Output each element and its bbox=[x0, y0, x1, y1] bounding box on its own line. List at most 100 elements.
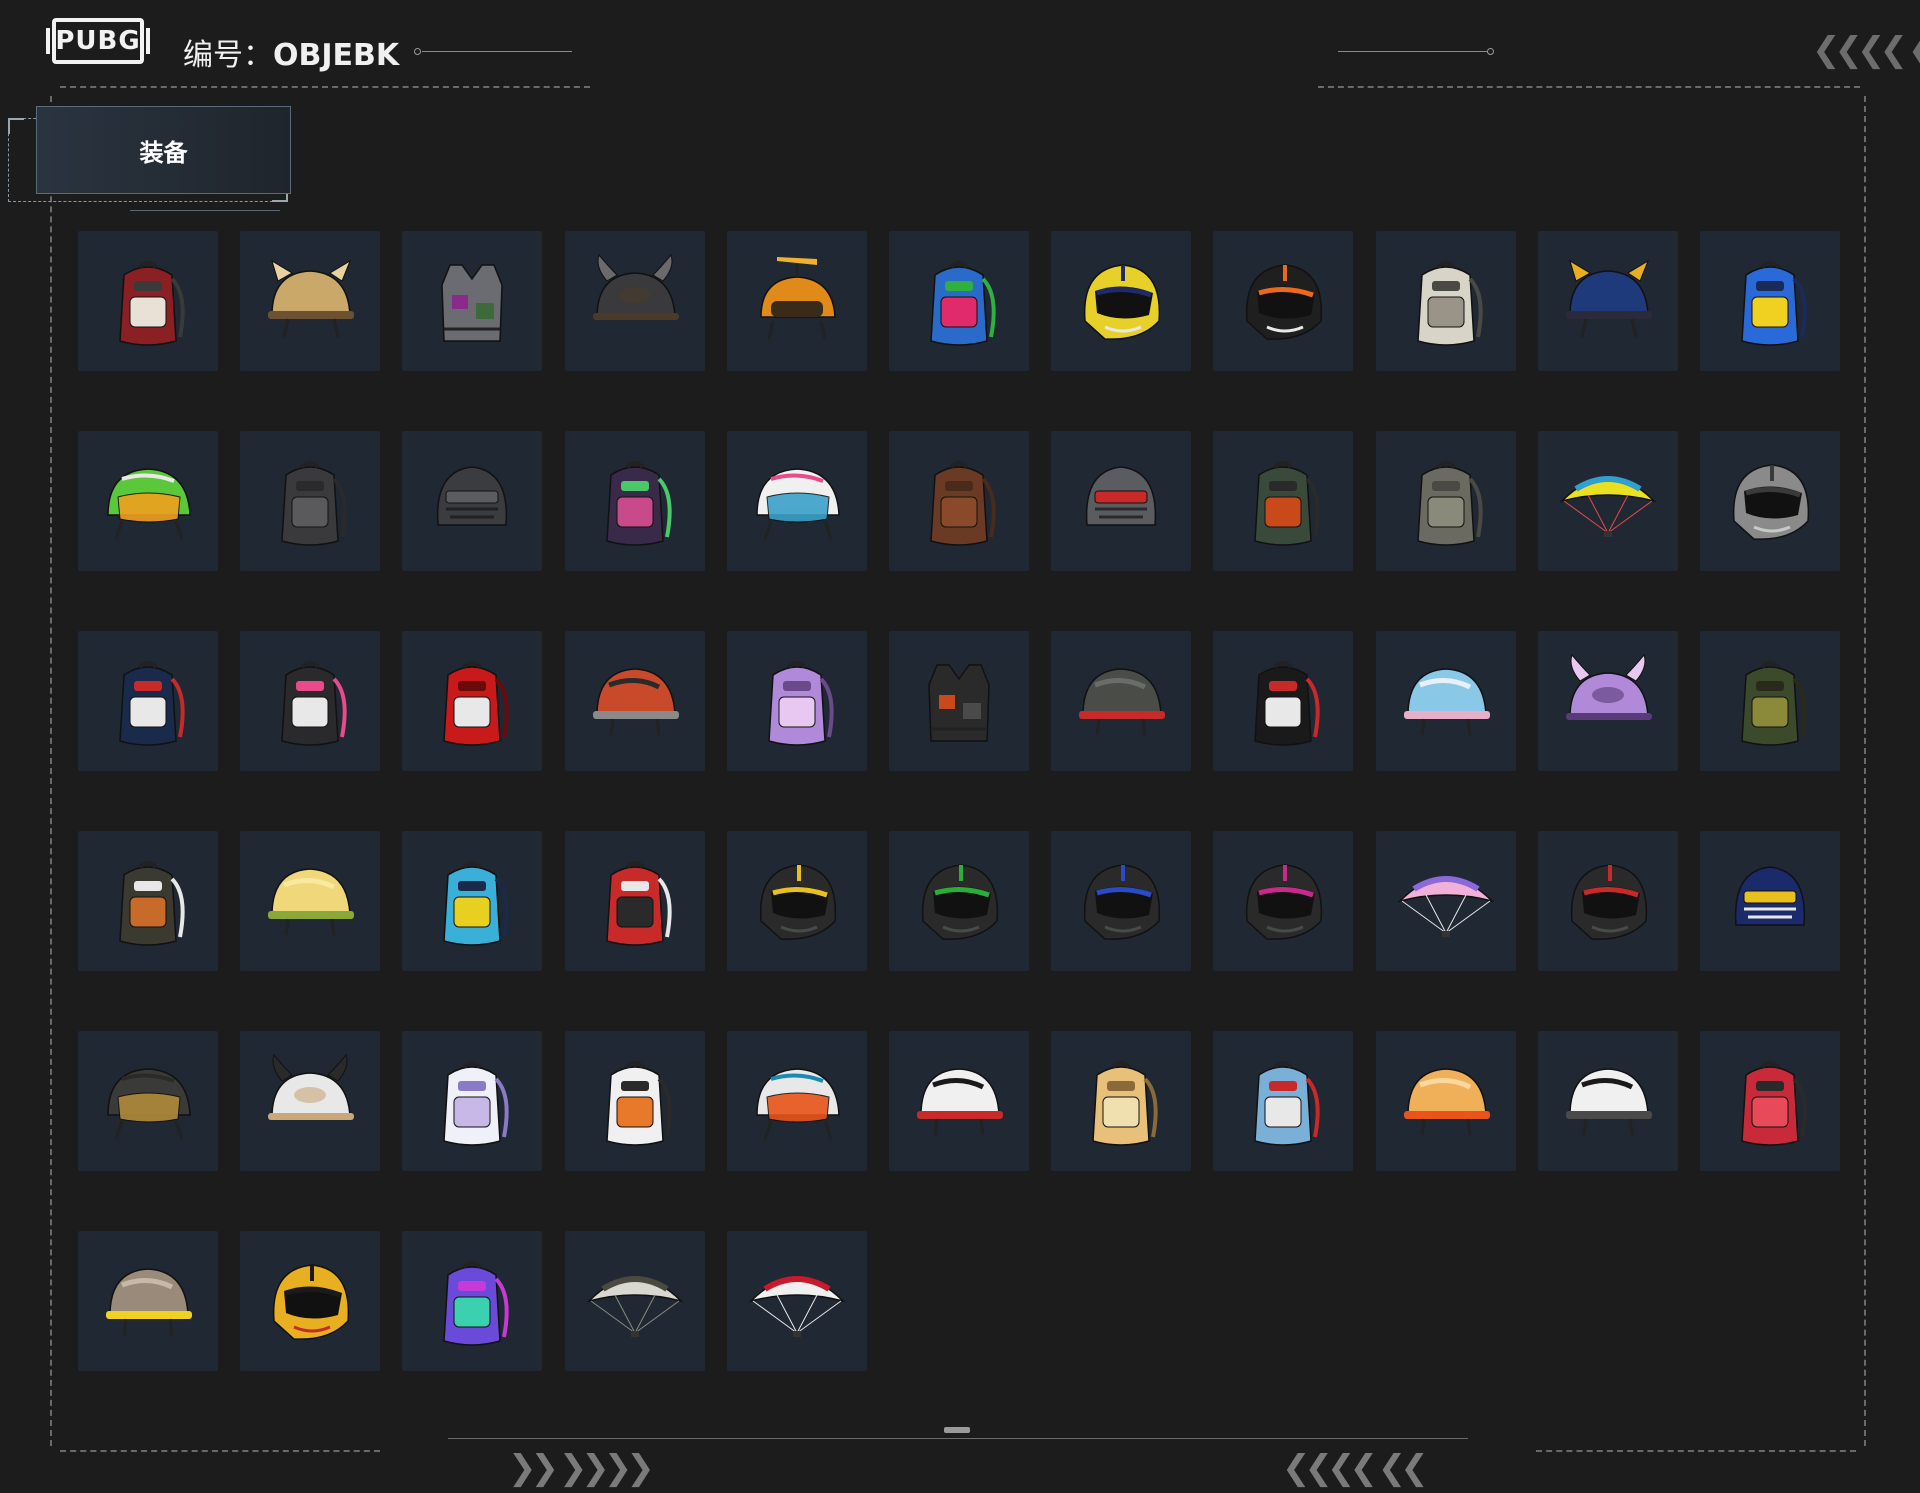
item-tile[interactable] bbox=[78, 831, 218, 971]
helmet-horns-icon bbox=[592, 253, 679, 320]
item-tile[interactable] bbox=[1699, 1031, 1840, 1171]
item-tile[interactable] bbox=[1699, 231, 1840, 371]
scroll-handle[interactable] bbox=[944, 1427, 970, 1433]
frame-bottom-left bbox=[60, 1450, 380, 1452]
item-tile[interactable] bbox=[564, 1231, 705, 1371]
item-tile[interactable] bbox=[1213, 431, 1354, 571]
item-tile[interactable] bbox=[726, 1231, 867, 1371]
item-tile[interactable] bbox=[888, 631, 1029, 771]
item-tile[interactable] bbox=[1537, 631, 1678, 771]
moto-helmet-icon bbox=[1246, 864, 1323, 940]
item-tile[interactable] bbox=[888, 1031, 1029, 1171]
item-tile[interactable] bbox=[564, 631, 705, 771]
item-tile[interactable] bbox=[726, 631, 867, 771]
item-tile[interactable] bbox=[402, 1031, 543, 1171]
helmet-icon bbox=[1079, 668, 1166, 736]
backpack-icon bbox=[930, 261, 996, 346]
scroll-track[interactable] bbox=[448, 1438, 1468, 1439]
backpack-icon bbox=[605, 461, 672, 546]
code-value: OBJEBK bbox=[273, 38, 400, 73]
item-tile[interactable] bbox=[1051, 231, 1192, 371]
backpack-icon bbox=[119, 861, 185, 946]
item-tile[interactable] bbox=[726, 831, 867, 971]
item-tile[interactable] bbox=[1051, 1031, 1192, 1171]
item-tile[interactable] bbox=[1537, 1031, 1678, 1171]
item-tile[interactable] bbox=[1375, 431, 1516, 571]
item-tile[interactable] bbox=[1537, 831, 1678, 971]
helmet-icon bbox=[1565, 1068, 1652, 1136]
item-tile[interactable] bbox=[1537, 231, 1678, 371]
item-tile[interactable] bbox=[726, 1031, 867, 1171]
frame-right bbox=[1864, 96, 1866, 1446]
item-tile[interactable] bbox=[888, 431, 1029, 571]
item-tile[interactable] bbox=[78, 231, 218, 371]
item-tile[interactable] bbox=[402, 631, 543, 771]
item-tile[interactable] bbox=[1375, 831, 1516, 971]
footer-chevrons-right: ❮❮❮❮ ❮❮ bbox=[1282, 1448, 1429, 1488]
item-tile[interactable] bbox=[1375, 631, 1516, 771]
item-tile[interactable] bbox=[564, 231, 705, 371]
item-tile[interactable] bbox=[240, 231, 381, 371]
item-tile[interactable] bbox=[402, 231, 543, 371]
tab-equipment-label: 装备 bbox=[139, 138, 188, 167]
moto-helmet-icon bbox=[759, 864, 836, 940]
item-tile[interactable] bbox=[564, 431, 705, 571]
helmet-ears-icon bbox=[268, 259, 355, 338]
helmet-horns-icon bbox=[1565, 653, 1652, 720]
line-dot-left bbox=[414, 48, 421, 55]
item-tile[interactable] bbox=[78, 631, 218, 771]
item-tile[interactable] bbox=[240, 431, 381, 571]
item-tile[interactable] bbox=[1537, 431, 1678, 571]
backpack-icon bbox=[1254, 461, 1320, 546]
helmet-icon bbox=[592, 668, 679, 736]
backpack-icon bbox=[1092, 1061, 1158, 1146]
helmet-horns-icon bbox=[268, 1053, 355, 1120]
item-tile[interactable] bbox=[1051, 431, 1192, 571]
item-tile[interactable] bbox=[1699, 831, 1840, 971]
item-tile[interactable] bbox=[1375, 231, 1516, 371]
item-tile[interactable] bbox=[726, 431, 867, 571]
item-tile[interactable] bbox=[78, 431, 218, 571]
item-tile[interactable] bbox=[240, 631, 381, 771]
item-tile[interactable] bbox=[1213, 1031, 1354, 1171]
helmet-icon bbox=[1403, 1068, 1490, 1136]
item-tile[interactable] bbox=[240, 831, 381, 971]
item-tile[interactable] bbox=[1213, 631, 1354, 771]
parachute-icon bbox=[748, 1276, 846, 1337]
frame-left bbox=[50, 96, 52, 1446]
backpack-icon bbox=[119, 261, 185, 346]
item-tile[interactable] bbox=[402, 431, 543, 571]
item-tile[interactable] bbox=[1699, 631, 1840, 771]
helmet-visor-icon bbox=[107, 468, 191, 540]
item-tile[interactable] bbox=[402, 1231, 543, 1371]
item-tile[interactable] bbox=[1375, 1031, 1516, 1171]
item-tile[interactable] bbox=[1213, 831, 1354, 971]
tab-equipment[interactable]: 装备 bbox=[36, 106, 291, 194]
vest-icon bbox=[441, 264, 504, 342]
helmet-visor-icon bbox=[107, 1068, 191, 1140]
helmet-icon bbox=[268, 868, 355, 936]
item-tile[interactable] bbox=[564, 1031, 705, 1171]
header-line-right bbox=[1338, 51, 1488, 52]
item-tile[interactable] bbox=[1213, 231, 1354, 371]
parachute-icon bbox=[1559, 476, 1657, 537]
item-tile[interactable] bbox=[888, 231, 1029, 371]
backpack-icon bbox=[1254, 661, 1320, 746]
item-tile[interactable] bbox=[240, 1231, 381, 1371]
backpack-icon bbox=[767, 661, 834, 746]
item-tile[interactable] bbox=[888, 831, 1029, 971]
item-tile[interactable] bbox=[1051, 831, 1192, 971]
item-tile[interactable] bbox=[1699, 431, 1840, 571]
item-tile[interactable] bbox=[240, 1031, 381, 1171]
moto-helmet-icon bbox=[273, 1264, 350, 1340]
item-tile[interactable] bbox=[78, 1231, 218, 1371]
item-tile[interactable] bbox=[78, 1031, 218, 1171]
parachute-icon bbox=[586, 1276, 684, 1337]
item-tile[interactable] bbox=[402, 831, 543, 971]
item-tile[interactable] bbox=[564, 831, 705, 971]
backpack-icon bbox=[1741, 1061, 1807, 1146]
backpack-icon bbox=[281, 461, 347, 546]
item-tile[interactable] bbox=[1051, 631, 1192, 771]
item-tile[interactable] bbox=[726, 231, 867, 371]
helmet-ears-icon bbox=[1565, 259, 1652, 338]
